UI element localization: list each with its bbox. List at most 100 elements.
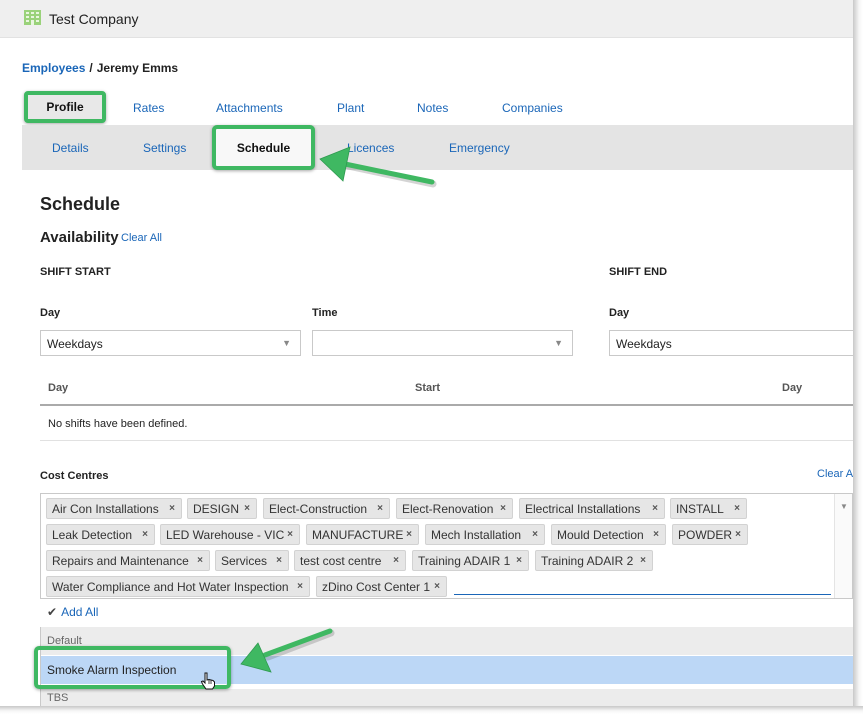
page-title: Schedule bbox=[40, 194, 121, 214]
breadcrumb: Employees / Jeremy Emms bbox=[22, 61, 178, 75]
subtab-settings[interactable]: Settings bbox=[143, 141, 186, 155]
remove-tag-icon[interactable]: × bbox=[434, 581, 440, 592]
cost-centres-multiselect[interactable]: ▼ Air Con Installations × DESIGN × Elect-C… bbox=[40, 493, 853, 599]
tag-chip: Training ADAIR 2 × bbox=[535, 550, 653, 571]
dropdown-group-tbs: TBS bbox=[41, 689, 853, 706]
tag-chip: Mech Installation × bbox=[425, 524, 545, 545]
tag-chip: Mould Detection × bbox=[551, 524, 666, 545]
start-day-label: Day bbox=[40, 307, 61, 319]
end-day-value: Weekdays bbox=[616, 337, 672, 351]
tab-profile-label: Profile bbox=[46, 100, 84, 114]
remove-tag-icon[interactable]: × bbox=[142, 529, 148, 540]
building-icon bbox=[24, 10, 41, 25]
column-header-start: Start bbox=[415, 382, 441, 394]
tag-chip: Repairs and Maintenance × bbox=[46, 550, 210, 571]
remove-tag-icon[interactable]: × bbox=[735, 529, 741, 540]
tag-label: Training ADAIR 1 bbox=[418, 554, 511, 568]
end-day-select[interactable]: Weekdays bbox=[609, 330, 853, 356]
start-day-value: Weekdays bbox=[47, 337, 103, 351]
tag-label: Services bbox=[221, 554, 268, 568]
cost-centre-search-input[interactable] bbox=[454, 573, 831, 595]
tag-label: POWDER bbox=[678, 528, 732, 542]
tag-label: Training ADAIR 2 bbox=[541, 554, 634, 568]
remove-tag-icon[interactable]: × bbox=[276, 555, 282, 566]
tag-chip: MANUFACTURE × bbox=[306, 524, 419, 545]
start-day-select[interactable]: Weekdays ▼ bbox=[40, 330, 301, 356]
tag-chip: DESIGN × bbox=[187, 498, 257, 519]
tab-companies[interactable]: Companies bbox=[502, 101, 563, 115]
remove-tag-icon[interactable]: × bbox=[287, 529, 293, 540]
tag-chip: zDino Cost Center 1 × bbox=[316, 576, 447, 597]
column-header-end-day: Day bbox=[782, 382, 803, 394]
shifts-table-header: Day Start Day bbox=[40, 378, 853, 406]
remove-tag-icon[interactable]: × bbox=[652, 503, 658, 514]
start-time-label: Time bbox=[312, 307, 338, 319]
tag-chip: Training ADAIR 1 × bbox=[412, 550, 529, 571]
group-label-tbs: TBS bbox=[47, 692, 69, 704]
multiselect-scrollbar[interactable]: ▼ bbox=[834, 494, 852, 598]
add-all-link[interactable]: ✔ Add All bbox=[47, 605, 98, 619]
tab-notes[interactable]: Notes bbox=[417, 101, 448, 115]
tab-attachments[interactable]: Attachments bbox=[216, 101, 283, 115]
shift-start-heading: SHIFT START bbox=[40, 266, 111, 278]
cost-centres-label: Cost Centres bbox=[40, 470, 109, 482]
tag-label: Air Con Installations bbox=[52, 502, 159, 516]
remove-tag-icon[interactable]: × bbox=[197, 555, 203, 566]
remove-tag-icon[interactable]: × bbox=[393, 555, 399, 566]
tag-chip: POWDER × bbox=[672, 524, 748, 545]
tag-label: INSTALL bbox=[676, 502, 724, 516]
remove-tag-icon[interactable]: × bbox=[734, 503, 740, 514]
company-name: Test Company bbox=[49, 11, 139, 27]
tag-chip: Elect-Renovation × bbox=[396, 498, 513, 519]
remove-tag-icon[interactable]: × bbox=[406, 529, 412, 540]
tag-label: zDino Cost Center 1 bbox=[322, 580, 431, 594]
sub-navigation: Details Settings Schedule Licences Emerg… bbox=[22, 125, 853, 170]
clear-all-cost-centres-link[interactable]: Clear A bbox=[817, 468, 853, 480]
remove-tag-icon[interactable]: × bbox=[169, 503, 175, 514]
remove-tag-icon[interactable]: × bbox=[532, 529, 538, 540]
subtab-licences[interactable]: Licences bbox=[347, 141, 394, 155]
tag-label: Elect-Renovation bbox=[402, 502, 494, 516]
window-shadow-bottom bbox=[0, 706, 863, 714]
table-row: No shifts have been defined. bbox=[40, 408, 853, 441]
remove-tag-icon[interactable]: × bbox=[297, 581, 303, 592]
remove-tag-icon[interactable]: × bbox=[516, 555, 522, 566]
start-time-select[interactable]: ▼ bbox=[312, 330, 573, 356]
tag-label: Electrical Installations bbox=[525, 502, 641, 516]
column-header-day: Day bbox=[48, 382, 69, 394]
app-window: Test Company Employees / Jeremy Emms Profi… bbox=[0, 0, 853, 706]
breadcrumb-current: Jeremy Emms bbox=[96, 61, 179, 75]
tag-chip: test cost centre × bbox=[294, 550, 406, 571]
tag-label: MANUFACTURE bbox=[312, 528, 404, 542]
tab-plant[interactable]: Plant bbox=[337, 101, 364, 115]
remove-tag-icon[interactable]: × bbox=[640, 555, 646, 566]
remove-tag-icon[interactable]: × bbox=[377, 503, 383, 514]
tag-chip: Services × bbox=[215, 550, 289, 571]
tag-chip: Electrical Installations × bbox=[519, 498, 665, 519]
breadcrumb-separator: / bbox=[89, 61, 93, 75]
chevron-down-icon: ▼ bbox=[840, 502, 848, 511]
hand-pointer-icon bbox=[200, 672, 215, 690]
subtab-schedule[interactable]: Schedule bbox=[212, 125, 315, 170]
chevron-down-icon: ▼ bbox=[282, 338, 291, 348]
tag-label: Leak Detection bbox=[52, 528, 133, 542]
chevron-down-icon: ▼ bbox=[554, 338, 563, 348]
tab-rates[interactable]: Rates bbox=[133, 101, 164, 115]
remove-tag-icon[interactable]: × bbox=[244, 503, 250, 514]
tag-label: Mould Detection bbox=[557, 528, 644, 542]
subtab-emergency[interactable]: Emergency bbox=[449, 141, 510, 155]
tag-label: Repairs and Maintenance bbox=[52, 554, 189, 568]
add-all-label: Add All bbox=[61, 605, 99, 619]
clear-all-availability-link[interactable]: Clear All bbox=[121, 232, 162, 244]
subtab-details[interactable]: Details bbox=[52, 141, 89, 155]
breadcrumb-employees-link[interactable]: Employees bbox=[22, 61, 85, 75]
empty-shifts-message: No shifts have been defined. bbox=[48, 418, 188, 430]
end-day-label: Day bbox=[609, 307, 630, 319]
remove-tag-icon[interactable]: × bbox=[500, 503, 506, 514]
tag-label: Elect-Construction bbox=[269, 502, 368, 516]
tag-chip: Water Compliance and Hot Water Inspectio… bbox=[46, 576, 310, 597]
tag-chip: INSTALL × bbox=[670, 498, 747, 519]
remove-tag-icon[interactable]: × bbox=[653, 529, 659, 540]
tab-profile[interactable]: Profile bbox=[24, 91, 106, 123]
shift-end-heading: SHIFT END bbox=[609, 266, 668, 278]
